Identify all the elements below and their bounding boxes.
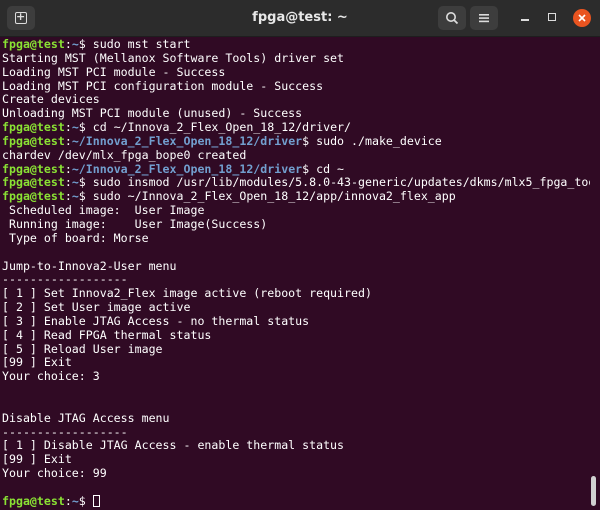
output-line: Create devices — [2, 92, 100, 107]
prompt-line: fpga@test:~$ cd ~/Innova_2_Flex_Open_18_… — [2, 120, 590, 135]
prompt-line: fpga@test:~$ sudo mst start — [2, 38, 590, 52]
terminal-output[interactable]: fpga@test:~$ sudo mst start Starting MST … — [2, 38, 590, 510]
output-line: Scheduled image: User Image — [2, 203, 205, 218]
prompt-dollar: $ — [78, 38, 86, 51]
output-line: [ 3 ] Enable JTAG Access - no thermal st… — [2, 313, 310, 328]
output-line: ------------------ — [2, 424, 128, 439]
prompt-dollar: $ — [78, 189, 86, 204]
prompt-colon: : — [64, 38, 72, 51]
close-icon — [578, 14, 586, 22]
output-line: [99 ] Exit — [2, 452, 72, 467]
prompt-line: fpga@test:~/Innova_2_Flex_Open_18_12/dri… — [2, 133, 590, 149]
command-text: sudo ./make_device — [309, 133, 442, 148]
window-title: fpga@test: ~ — [252, 10, 348, 25]
text-cursor — [92, 494, 100, 507]
output-line: [ 1 ] Set Innova2_Flex image active (reb… — [2, 286, 372, 301]
output-line: chardev /dev/mlx_fpga_bope0 created — [2, 147, 247, 162]
minimize-button[interactable] — [517, 10, 533, 26]
prompt-dollar: $ — [78, 493, 86, 508]
command-text: cd ~ — [309, 161, 345, 176]
prompt-directory: ~ — [71, 189, 79, 204]
prompt-colon: : — [64, 133, 72, 148]
output-line: [99 ] Exit — [2, 355, 72, 370]
output-line: ------------------ — [2, 272, 128, 287]
prompt-user-host: fpga@test — [2, 493, 65, 508]
prompt-colon: : — [64, 175, 72, 190]
prompt-user-host: fpga@test — [2, 175, 65, 190]
output-line: Your choice: 99 — [2, 466, 107, 481]
title-bar: fpga@test: ~ — [0, 0, 600, 37]
search-button[interactable] — [438, 6, 466, 30]
command-text: cd ~/Innova_2_Flex_Open_18_12/driver/ — [85, 120, 352, 135]
output-line: Loading MST PCI configuration module - S… — [2, 78, 324, 93]
prompt-user-host: fpga@test — [2, 133, 65, 148]
output-line: Jump-to-Innova2-User menu — [2, 258, 177, 273]
prompt-user-host: fpga@test — [2, 189, 65, 204]
output-line: Unloading MST PCI module (unused) - Succ… — [2, 106, 303, 121]
maximize-button[interactable] — [544, 10, 560, 26]
prompt-dollar: $ — [78, 175, 86, 190]
hamburger-menu-icon — [479, 14, 489, 23]
terminal-window: fpga@test: ~ fpga@test:~$ sudo mst start… — [0, 0, 600, 510]
prompt-directory: ~ — [71, 493, 79, 508]
prompt-directory: ~ — [71, 120, 79, 135]
prompt-directory: ~/Innova_2_Flex_Open_18_12/driver — [71, 133, 303, 148]
prompt-user-host: fpga@test — [2, 161, 65, 176]
prompt-colon: : — [64, 189, 72, 204]
output-line: [ 5 ] Reload User image — [2, 341, 163, 356]
output-line: [ 4 ] Read FPGA thermal status — [2, 327, 212, 342]
output-line: Starting MST (Mellanox Software Tools) d… — [2, 50, 345, 65]
output-line: [ 2 ] Set User image active — [2, 300, 191, 315]
prompt-line: fpga@test:~$ — [2, 493, 590, 509]
prompt-user-host: fpga@test — [2, 120, 65, 135]
command-text — [86, 494, 93, 508]
prompt-colon: : — [64, 493, 72, 508]
prompt-dollar: $ — [78, 120, 86, 135]
close-button[interactable] — [573, 9, 591, 27]
prompt-directory: ~/Innova_2_Flex_Open_18_12/driver — [71, 161, 303, 176]
prompt-user-host: fpga@test — [2, 38, 65, 51]
scrollbar[interactable] — [591, 476, 596, 506]
menu-button[interactable] — [470, 6, 498, 30]
prompt-directory: ~ — [71, 175, 79, 190]
command-text: sudo mst start — [85, 38, 191, 51]
command-text: sudo insmod /usr/lib/modules/5.8.0-43-ge… — [85, 175, 590, 190]
output-line: Disable JTAG Access menu — [2, 410, 170, 425]
command-text: sudo ~/Innova_2_Flex_Open_18_12/app/inno… — [85, 189, 456, 204]
output-line: Your choice: 3 — [2, 369, 100, 384]
prompt-directory: ~ — [71, 38, 79, 51]
prompt-line: fpga@test:~$ sudo ~/Innova_2_Flex_Open_1… — [2, 189, 590, 204]
output-line: Running image: User Image(Success) — [2, 216, 268, 231]
output-line: Loading MST PCI module - Success — [2, 64, 226, 79]
output-line: [ 1 ] Disable JTAG Access - enable therm… — [2, 438, 345, 453]
search-icon — [446, 12, 459, 25]
prompt-line: fpga@test:~$ sudo insmod /usr/lib/module… — [2, 176, 590, 190]
output-line: Type of board: Morse — [2, 230, 149, 245]
prompt-colon: : — [64, 161, 72, 176]
prompt-colon: : — [64, 120, 72, 135]
prompt-line: fpga@test:~/Innova_2_Flex_Open_18_12/dri… — [2, 161, 590, 177]
